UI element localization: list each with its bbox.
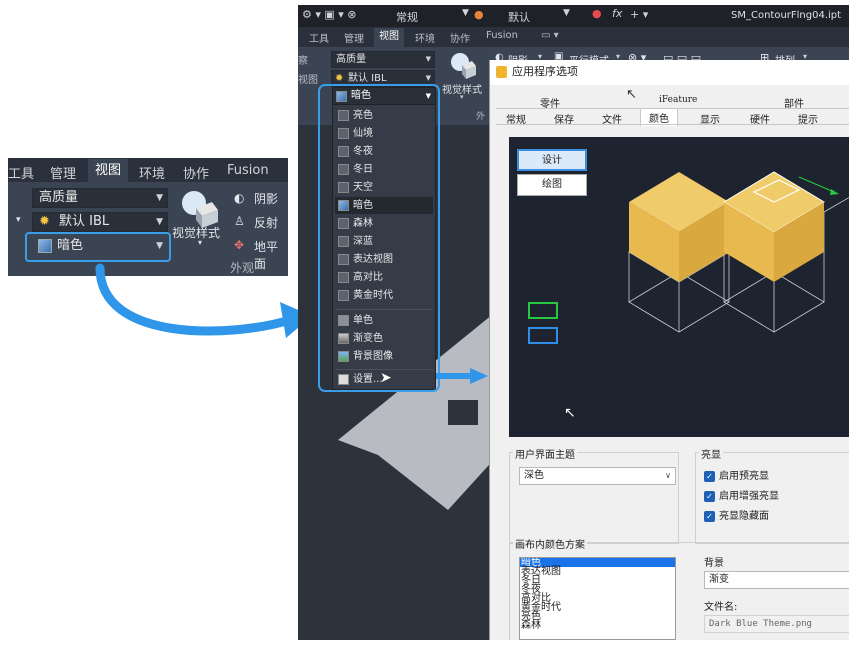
application-options-dialog: 应用程序选项 ↖ 零件 iFeature 部件 常规 保存 文件 颜色 显示 硬… [489,60,849,640]
tab-manage[interactable]: 管理 [344,30,364,45]
ibl-value: 默认 IBL [59,214,110,229]
background-select[interactable]: 渐变 [704,571,849,589]
quality-value: 高质量 [336,54,366,65]
ground-plane-icon: ✥ [234,238,245,252]
highlight-frame [25,232,171,262]
tab-view[interactable]: 视图 [88,159,129,182]
quality-value: 高质量 [39,190,79,205]
ui-theme-group [509,452,679,544]
chevron-down-icon: ▼ [156,217,163,227]
document-title: SM_ContourFlng04.ipt [731,10,842,21]
ibl-value: 默认 IBL [348,73,387,84]
highlight-frame [318,84,440,392]
list-item[interactable]: 亮色 [520,612,675,622]
visual-style-icon [182,191,218,228]
quick-access-toolbar: ⚙ ▾ ▣ ▾ ⊗ 常规 ▼ ● 默认 ▼ ● fx + ▾ SM_Contou… [298,5,849,27]
reflection-label[interactable]: 反射 [254,214,278,231]
chevron-down-icon: ▼ [425,55,431,63]
dialog-tab-row-1: 零件 iFeature 部件 [496,94,849,110]
tab-environment[interactable]: 环境 [415,30,435,45]
ribbon-tabs: 工具 管理 视图 环境 协作 Fusion ▭ ▾ [298,27,849,47]
highlight-label: 亮显 [699,446,723,461]
color-preview: 设计 绘图 ↖ [509,137,849,437]
ribbon-tabs: 工具 管理 视图 环境 协作 Fusion [8,158,288,182]
ui-theme-value: 深色 [524,470,544,481]
color-scheme-list[interactable]: 暗色 表达视图 冬日 冬夜 高对比 黄金时代 亮色 森林 [519,557,676,640]
dialog-title: 应用程序选项 [512,65,578,78]
shadow-icon: ◐ [234,191,245,205]
checkbox-label: 亮显隐藏面 [719,511,769,522]
quality-dropdown[interactable]: 高质量 ▼ [32,188,168,208]
enable-prehighlight-checkbox[interactable]: ✓ 启用预亮显 [704,471,769,483]
visual-style-label[interactable]: 视觉样式 [172,224,220,241]
appearance-value[interactable]: 默认 [508,9,530,25]
app-icon [496,66,507,78]
enable-enhanced-highlight-checkbox[interactable]: ✓ 启用增强亮显 [704,491,779,503]
checkbox-label: 启用增强亮显 [719,491,779,502]
checkbox-label: 启用预亮显 [719,471,769,482]
tab-collaborate[interactable]: 协作 [450,30,470,45]
preview-cubes-shape [628,171,849,333]
chevron-down-icon: ▼ [156,193,163,203]
tab-environment[interactable]: 环境 [139,163,165,182]
reflection-icon: ♙ [234,214,245,228]
check-icon: ✓ [704,511,715,522]
chevron-down-icon: ▾ [16,215,21,225]
appearance-icon: ● [474,8,484,21]
chevron-down-icon: ▾ [198,238,203,247]
chevron-down-icon: ∨ [665,471,671,480]
list-item[interactable]: 黄金时代 [520,603,675,613]
clear-appearance-icon[interactable]: ● [592,7,602,20]
tab-fusion[interactable]: Fusion [486,30,518,41]
sun-icon: ✹ [39,214,50,229]
ibl-dropdown[interactable]: ✹ 默认 IBL ▼ [32,212,168,232]
dialog-tab-row-2: 常规 保存 文件 颜色 显示 硬件 提示 [496,108,849,126]
shadow-label[interactable]: 阴影 [254,190,278,207]
canvas-color-scheme-label: 画布内颜色方案 [513,536,587,551]
mouse-cursor-icon: ↖ [564,405,576,421]
toolbar-icons: ⚙ ▾ ▣ ▾ ⊗ [302,8,357,21]
list-item[interactable]: 森林 [520,621,675,631]
visual-style-icon [451,53,476,79]
check-icon: ✓ [704,471,715,482]
ribbon-zoom-crop: 工具 管理 视图 环境 协作 Fusion ▾ 高质量 ▼ ✹ 默认 IBL ▼ 暗… [8,158,288,276]
file-name-field[interactable]: Dark Blue Theme.png [704,615,849,633]
tab-manage[interactable]: 管理 [50,163,76,182]
chevron-down-icon: ▾ [460,93,464,101]
tab-fusion[interactable]: Fusion [227,163,269,178]
pointer-arrow-icon [95,263,312,338]
tab-ifeature[interactable]: iFeature [659,95,697,105]
ui-theme-select[interactable]: 深色 ∨ [519,467,676,485]
file-name-value: Dark Blue Theme.png [709,619,812,629]
blue-swatch [528,327,558,344]
tab-divider [496,124,849,125]
list-item[interactable]: 冬日 [520,576,675,586]
chevron-down-icon: ▼ [462,8,469,18]
drawing-button[interactable]: 绘图 [517,174,587,196]
ribbon-stub-label: 视图 [298,75,318,86]
file-name-label: 文件名: [704,602,738,613]
ribbon-stub-label: 察 [298,56,308,67]
tab-collaborate[interactable]: 协作 [183,163,209,182]
dialog-title-bar: 应用程序选项 [490,60,849,85]
tab-view[interactable]: 视图 [374,28,404,47]
tab-tools[interactable]: 工具 [8,163,34,182]
group-label: 外 [476,112,486,122]
chevron-down-icon: ▼ [563,8,570,18]
check-icon: ✓ [704,491,715,502]
background-label: 背景 [704,558,724,569]
fx-icon[interactable]: fx [612,7,622,20]
material-value[interactable]: 常规 [396,9,418,25]
green-swatch [528,302,558,319]
design-button[interactable]: 设计 [517,149,587,171]
pointer-arrow-icon [436,368,488,384]
list-item[interactable]: 表达视图 [520,567,675,577]
background-value: 渐变 [709,574,729,585]
plus-icon[interactable]: + ▾ [630,8,648,21]
ui-theme-label: 用户界面主题 [513,446,577,461]
highlight-hidden-faces-checkbox[interactable]: ✓ 亮显隐藏面 [704,511,769,523]
quality-dropdown[interactable]: 高质量 ▼ [331,51,435,68]
video-icon[interactable]: ▭ ▾ [541,30,559,41]
tab-tools[interactable]: 工具 [309,30,329,45]
